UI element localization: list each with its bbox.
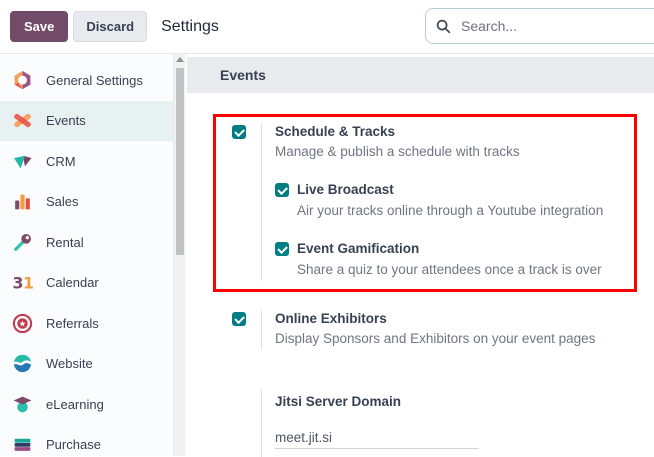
- sidebar-item-label: Events: [46, 113, 86, 128]
- sidebar-item-label: Website: [46, 356, 93, 371]
- sidebar-item-label: General Settings: [46, 73, 143, 88]
- settings-main-panel: Events Schedule & Tracks Manage & publis…: [187, 54, 654, 456]
- setting-description: Manage & publish a schedule with tracks: [275, 142, 654, 161]
- setting-event-gamification: Event Gamification Share a quiz to your …: [275, 241, 654, 279]
- online-exhibitors-checkbox[interactable]: [232, 312, 246, 326]
- setting-description: Share a quiz to your attendees once a tr…: [297, 260, 654, 279]
- sidebar-item-crm[interactable]: CRM: [0, 141, 173, 182]
- app-body: General Settings Events CRM: [0, 54, 654, 456]
- schedule-tracks-checkbox[interactable]: [232, 125, 246, 139]
- crm-icon: [12, 151, 33, 172]
- setting-description: Air your tracks online through a Youtube…: [297, 201, 654, 220]
- search-input[interactable]: [459, 17, 654, 35]
- setting-body: Schedule & Tracks Manage & publish a sch…: [261, 123, 654, 281]
- jitsi-server-domain-label: Jitsi Server Domain: [275, 393, 654, 411]
- page-title: Settings: [161, 18, 219, 36]
- elearning-icon: [12, 394, 33, 415]
- sidebar-item-label: Sales: [46, 194, 79, 209]
- settings-sidebar: General Settings Events CRM: [0, 54, 187, 456]
- website-icon: [12, 353, 33, 374]
- sidebar-item-referrals[interactable]: ★ Referrals: [0, 303, 173, 344]
- purchase-icon: [12, 434, 33, 455]
- sidebar-item-general-settings[interactable]: General Settings: [0, 60, 173, 101]
- section-header-events: Events: [187, 57, 654, 93]
- sidebar-item-purchase[interactable]: Purchase: [0, 425, 173, 457]
- checkbox-column: [232, 123, 261, 281]
- sidebar-item-sales[interactable]: Sales: [0, 182, 173, 223]
- jitsi-server-domain-input[interactable]: [275, 430, 479, 449]
- sidebar-item-label: Purchase: [46, 437, 101, 452]
- svg-text:★: ★: [19, 318, 27, 328]
- setting-title: Live Broadcast: [297, 182, 394, 198]
- search-box[interactable]: [425, 8, 654, 44]
- live-broadcast-checkbox[interactable]: [275, 183, 289, 197]
- search-icon: [436, 19, 451, 34]
- calendar-icon: 3 1: [12, 272, 33, 293]
- sales-icon: [12, 191, 33, 212]
- checkbox-column: [232, 389, 261, 457]
- setting-body: Online Exhibitors Display Sponsors and E…: [261, 310, 654, 350]
- setting-jitsi-server-domain: Jitsi Server Domain: [232, 389, 654, 457]
- sidebar-item-website[interactable]: Website: [0, 344, 173, 385]
- event-gamification-checkbox[interactable]: [275, 242, 289, 256]
- events-icon: [12, 110, 33, 131]
- sidebar-item-label: Referrals: [46, 316, 99, 331]
- setting-title: Event Gamification: [297, 241, 419, 257]
- save-button[interactable]: Save: [10, 11, 68, 42]
- setting-title: Online Exhibitors: [275, 310, 654, 328]
- setting-description: Display Sponsors and Exhibitors on your …: [275, 329, 654, 348]
- svg-text:3: 3: [13, 274, 24, 293]
- sidebar-scrollbar[interactable]: [173, 54, 185, 456]
- sidebar-item-label: Calendar: [46, 275, 99, 290]
- top-bar: Save Discard Settings: [0, 0, 654, 54]
- setting-live-broadcast: Live Broadcast Air your tracks online th…: [275, 182, 654, 220]
- scrollbar-thumb[interactable]: [176, 68, 185, 255]
- rental-icon: [12, 232, 33, 253]
- scrollbar-up-arrow-icon[interactable]: [176, 57, 184, 62]
- discard-button[interactable]: Discard: [73, 11, 147, 42]
- sidebar-item-events[interactable]: Events: [0, 101, 173, 142]
- setting-body: Jitsi Server Domain: [261, 389, 654, 457]
- referrals-icon: ★: [12, 313, 33, 334]
- sidebar-item-calendar[interactable]: 3 1 Calendar: [0, 263, 173, 304]
- setting-schedule-tracks: Schedule & Tracks Manage & publish a sch…: [232, 123, 654, 281]
- general-settings-icon: [12, 70, 33, 91]
- sidebar-item-label: CRM: [46, 154, 76, 169]
- setting-title: Schedule & Tracks: [275, 123, 654, 141]
- events-settings-content: Schedule & Tracks Manage & publish a sch…: [187, 93, 654, 457]
- sidebar-item-rental[interactable]: Rental: [0, 222, 173, 263]
- section-header-label: Events: [220, 67, 266, 83]
- sidebar-item-label: Rental: [46, 235, 84, 250]
- sidebar-item-elearning[interactable]: eLearning: [0, 384, 173, 425]
- setting-online-exhibitors: Online Exhibitors Display Sponsors and E…: [232, 310, 654, 350]
- sidebar-item-label: eLearning: [46, 397, 104, 412]
- svg-text:1: 1: [23, 274, 33, 293]
- checkbox-column: [232, 310, 261, 350]
